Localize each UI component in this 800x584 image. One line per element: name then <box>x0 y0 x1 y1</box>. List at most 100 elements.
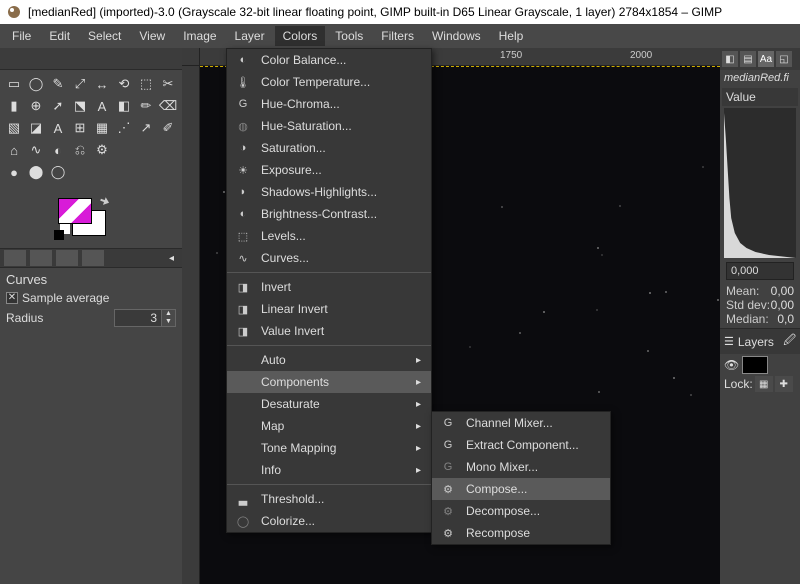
layer-thumbnail[interactable] <box>742 356 768 374</box>
dock-tab[interactable] <box>56 250 78 266</box>
color-swatches[interactable] <box>54 196 114 246</box>
tool-button[interactable]: ↗ <box>138 120 154 136</box>
tool-button[interactable]: ▭ <box>6 76 22 92</box>
lock-pixels-icon[interactable]: ▦ <box>755 376 773 392</box>
swap-colors-icon[interactable] <box>98 196 110 208</box>
right-dock-tabs[interactable]: ◧ ▤ Aa ◱ <box>720 48 800 70</box>
radius-input[interactable] <box>114 309 162 327</box>
menu-windows[interactable]: Windows <box>424 26 489 46</box>
tool-button[interactable]: ▦ <box>94 120 110 136</box>
tool-button[interactable]: ◐ <box>50 142 66 158</box>
tool-options-tabs[interactable]: ◂ <box>0 248 182 268</box>
default-colors-black[interactable] <box>54 230 64 240</box>
tool-button[interactable]: ◯ <box>50 164 66 180</box>
tool-button[interactable]: ✂ <box>160 76 176 92</box>
dock-tab-strip[interactable] <box>0 48 182 70</box>
menu-item-map[interactable]: Map▸ <box>227 415 431 437</box>
tool-button[interactable]: ✎ <box>50 76 66 92</box>
dock-tab-icon[interactable]: Aa <box>758 51 774 67</box>
menu-tools[interactable]: Tools <box>327 26 371 46</box>
layer-row[interactable]: 👁 <box>720 354 800 376</box>
histogram-stat: Median:0,0 <box>722 312 798 326</box>
radius-stepper[interactable]: ▲▼ <box>162 309 176 327</box>
menu-item-curves[interactable]: ∿Curves... <box>227 247 431 269</box>
vertical-ruler[interactable] <box>182 66 200 584</box>
tool-button[interactable]: ⬔ <box>72 98 88 114</box>
menu-item-saturation[interactable]: ◑Saturation... <box>227 137 431 159</box>
blank-icon <box>235 462 251 478</box>
tool-button[interactable]: ⊞ <box>72 120 88 136</box>
menu-item-channel-mixer[interactable]: GChannel Mixer... <box>432 412 610 434</box>
menu-help[interactable]: Help <box>491 26 532 46</box>
sample-average-checkbox[interactable]: ✕ <box>6 292 18 304</box>
layers-menu-icon[interactable]: 🖉 <box>783 331 796 352</box>
tool-button[interactable]: ⌂ <box>6 142 22 158</box>
tool-button[interactable]: ⚙ <box>94 142 110 158</box>
menu-item-invert[interactable]: ◨Invert <box>227 276 431 298</box>
tool-button[interactable]: ⤢ <box>72 76 88 92</box>
menu-image[interactable]: Image <box>175 26 224 46</box>
menu-item-compose[interactable]: ⚙Compose... <box>432 478 610 500</box>
menu-colors[interactable]: Colors <box>275 26 326 46</box>
tool-button[interactable]: ✏ <box>138 98 154 114</box>
menu-item-label: Components <box>261 375 390 389</box>
menu-item-hue-chroma[interactable]: GHue-Chroma... <box>227 93 431 115</box>
tool-button[interactable]: ⋰ <box>116 120 132 136</box>
tool-button[interactable]: ⌫ <box>160 98 176 114</box>
menu-item-color-temperature[interactable]: 🌡Color Temperature... <box>227 71 431 93</box>
menu-item-shadows-highlights[interactable]: ◗Shadows-Highlights... <box>227 181 431 203</box>
menu-item-auto[interactable]: Auto▸ <box>227 349 431 371</box>
lock-position-icon[interactable]: ✚ <box>775 376 793 392</box>
tool-button[interactable]: ● <box>6 164 22 180</box>
menu-item-info[interactable]: Info▸ <box>227 459 431 481</box>
menu-file[interactable]: File <box>4 26 39 46</box>
tool-button[interactable]: ▧ <box>6 120 22 136</box>
menu-item-color-balance[interactable]: ◐Color Balance... <box>227 49 431 71</box>
tool-button[interactable]: ▮ <box>6 98 22 114</box>
tool-button[interactable]: ◯ <box>28 76 44 92</box>
dock-tab-icon[interactable]: ▤ <box>740 51 756 67</box>
dock-tab[interactable] <box>4 250 26 266</box>
tool-button[interactable]: ⬤ <box>28 164 44 180</box>
tool-button[interactable]: A <box>94 98 110 114</box>
tool-button[interactable]: ⊕ <box>28 98 44 114</box>
ruler-corner[interactable] <box>182 48 200 66</box>
dock-tab-icon[interactable]: ◱ <box>776 51 792 67</box>
histogram-channel-label[interactable]: Value <box>726 90 756 104</box>
tool-button[interactable]: ◧ <box>116 98 132 114</box>
menu-item-tone-mapping[interactable]: Tone Mapping▸ <box>227 437 431 459</box>
menu-item-desaturate[interactable]: Desaturate▸ <box>227 393 431 415</box>
dock-tab[interactable] <box>82 250 104 266</box>
fg-color-swatch[interactable] <box>58 198 92 224</box>
tool-button[interactable]: ∿ <box>28 142 44 158</box>
tool-button[interactable]: ⟲ <box>116 76 132 92</box>
menu-item-brightness-contrast[interactable]: ◐Brightness-Contrast... <box>227 203 431 225</box>
tool-button[interactable]: ✐ <box>160 120 176 136</box>
menu-filters[interactable]: Filters <box>373 26 422 46</box>
menu-layer[interactable]: Layer <box>227 26 273 46</box>
tool-button[interactable]: ➚ <box>50 98 66 114</box>
dock-tab[interactable] <box>30 250 52 266</box>
menu-item-value-invert[interactable]: ◨Value Invert <box>227 320 431 342</box>
layers-label[interactable]: Layers <box>738 335 774 349</box>
window-title: [medianRed] (imported)-3.0 (Grayscale 32… <box>28 5 722 19</box>
menu-item-exposure[interactable]: ☀Exposure... <box>227 159 431 181</box>
menu-item-threshold[interactable]: ▃Threshold... <box>227 488 431 510</box>
menu-edit[interactable]: Edit <box>41 26 78 46</box>
tool-button[interactable]: ↔ <box>94 76 110 92</box>
menu-item-extract-component[interactable]: GExtract Component... <box>432 434 610 456</box>
dock-menu-icon[interactable]: ◂ <box>165 253 178 264</box>
menu-item-linear-invert[interactable]: ◨Linear Invert <box>227 298 431 320</box>
tool-button[interactable]: A <box>50 120 66 136</box>
menu-item-levels[interactable]: ⬚Levels... <box>227 225 431 247</box>
visibility-toggle-icon[interactable]: 👁 <box>724 358 738 372</box>
tool-button[interactable]: ⬚ <box>138 76 154 92</box>
histogram[interactable] <box>724 108 796 258</box>
dock-tab-icon[interactable]: ◧ <box>722 51 738 67</box>
tool-button[interactable]: ⎌ <box>72 142 88 158</box>
menu-item-components[interactable]: Components▸ <box>227 371 431 393</box>
menu-item-recompose[interactable]: ⚙Recompose <box>432 522 610 544</box>
tool-button[interactable]: ◪ <box>28 120 44 136</box>
menu-select[interactable]: Select <box>80 26 129 46</box>
menu-view[interactable]: View <box>131 26 173 46</box>
